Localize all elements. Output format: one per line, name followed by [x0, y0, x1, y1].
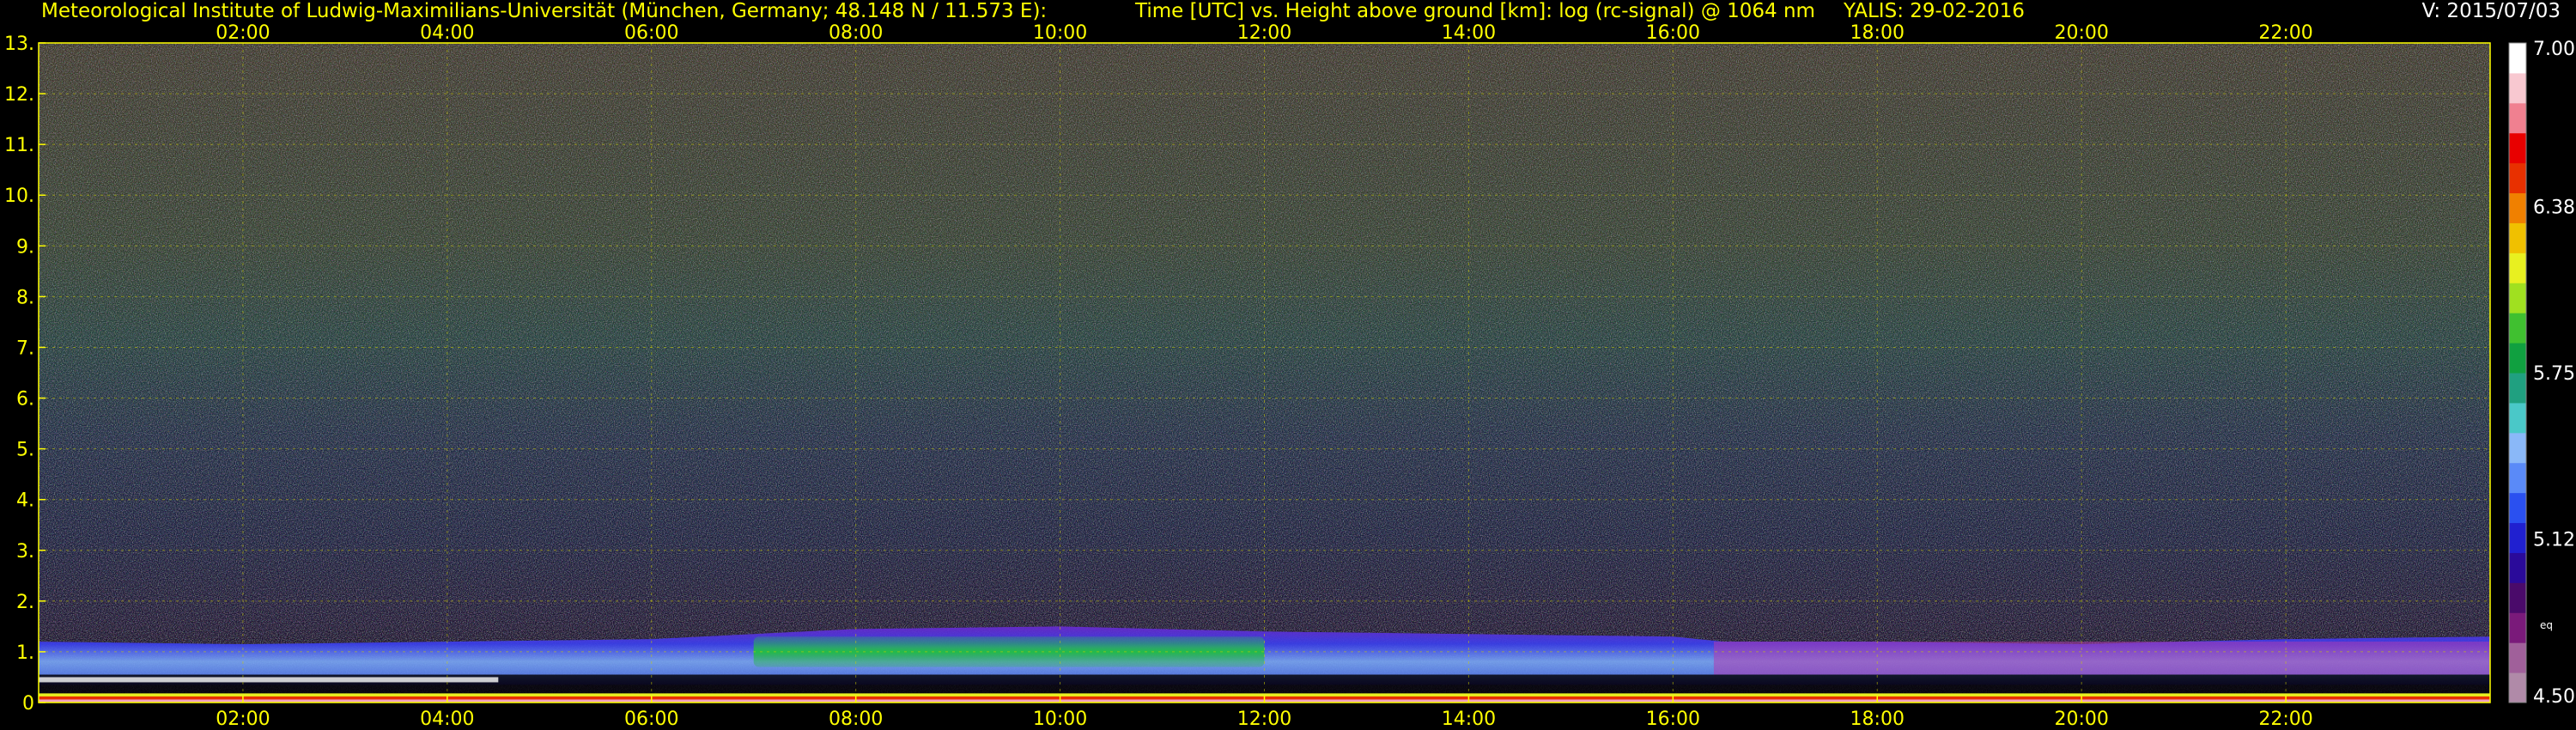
early-morning-layer	[39, 677, 499, 683]
y-tick-label: 0	[22, 693, 34, 715]
colorbar-label: 7.00	[2533, 39, 2575, 60]
y-tick-label: 13.	[4, 33, 34, 55]
colorbar-segment	[2509, 343, 2526, 374]
x-tick-label-top: 18:00	[1850, 22, 1905, 44]
y-tick-label: 1.	[16, 642, 34, 664]
colorbar-segment	[2509, 252, 2526, 283]
colorbar-segment	[2509, 162, 2526, 194]
y-tick-label: 3.	[16, 541, 34, 563]
x-tick-label-bottom: 22:00	[2258, 709, 2312, 730]
x-tick-label-top: 16:00	[1646, 22, 1700, 44]
colorbar-segment	[2509, 582, 2526, 613]
x-tick-label-bottom: 14:00	[1442, 709, 1496, 730]
lidar-quicklook: Meteorological Institute of Ludwig-Maxim…	[0, 0, 2576, 730]
x-tick-label-bottom: 12:00	[1237, 709, 1291, 730]
x-tick-label-bottom: 18:00	[1850, 709, 1905, 730]
colorbar-label: 5.75	[2533, 363, 2575, 385]
y-tick-label: 11.	[4, 135, 34, 156]
y-tick-label: 4.	[16, 490, 34, 512]
colorbar-label: 4.50	[2533, 686, 2575, 708]
colorbar-segment	[2509, 642, 2526, 673]
x-tick-label-top: 06:00	[624, 22, 678, 44]
y-tick-label: 8.	[16, 287, 34, 308]
x-tick-label-top: 04:00	[420, 22, 474, 44]
y-tick-label: 9.	[16, 236, 34, 258]
x-tick-label-bottom: 16:00	[1646, 709, 1700, 730]
colorbar-segment	[2509, 43, 2526, 74]
y-tick-label: 10.	[4, 186, 34, 207]
colorbar-segment	[2509, 612, 2526, 643]
colorbar-segment	[2509, 492, 2526, 524]
x-tick-label-top: 02:00	[216, 22, 270, 44]
x-tick-label-bottom: 08:00	[829, 709, 883, 730]
x-tick-label-bottom: 04:00	[420, 709, 474, 730]
colorbar-segment	[2509, 672, 2526, 703]
colorbar-segment	[2509, 102, 2526, 134]
colorbar-label: 5.12	[2533, 530, 2575, 551]
x-tick-label-top: 22:00	[2258, 22, 2312, 44]
colorbar-segment	[2509, 402, 2526, 434]
colorbar-segment	[2509, 72, 2526, 104]
x-tick-label-top: 20:00	[2054, 22, 2108, 44]
x-tick-label-bottom: 06:00	[624, 709, 678, 730]
colorbar-segment	[2509, 373, 2526, 404]
colorbar-segment	[2509, 552, 2526, 583]
residual-layer	[1713, 642, 2490, 675]
y-tick-label: 5.	[16, 440, 34, 461]
colorbar-segment	[2509, 132, 2526, 164]
colorbar-segment	[2509, 462, 2526, 494]
colorbar-segment	[2509, 313, 2526, 344]
y-tick-label: 6.	[16, 389, 34, 411]
colorbar-side-label: eq	[2540, 619, 2553, 631]
x-tick-label-bottom: 20:00	[2054, 709, 2108, 730]
colorbar-segment	[2509, 522, 2526, 553]
colorbar-segment	[2509, 283, 2526, 313]
colorbar-segment	[2509, 192, 2526, 223]
colorbar-segment	[2509, 222, 2526, 253]
colorbar: 7.00 6.38 5.75 5.12 4.50 eq	[2508, 39, 2575, 708]
y-tick-label: 12.	[4, 84, 34, 106]
colorbar-label: 6.38	[2533, 197, 2575, 218]
lidar-heatmap-chart: 02:00 02:00 04:00 04:00 06:00 06:00 08:00 08:00…	[4, 22, 2575, 730]
x-tick-label-top: 14:00	[1442, 22, 1496, 44]
x-tick-label-bottom: 10:00	[1033, 709, 1087, 730]
y-tick-label: 2.	[16, 592, 34, 613]
y-tick-label: 7.	[16, 338, 34, 359]
colorbar-segment	[2509, 432, 2526, 464]
x-tick-label-top: 12:00	[1237, 22, 1291, 44]
x-tick-label-top: 10:00	[1033, 22, 1087, 44]
x-tick-label-bottom: 02:00	[216, 709, 270, 730]
x-tick-label-top: 08:00	[829, 22, 883, 44]
